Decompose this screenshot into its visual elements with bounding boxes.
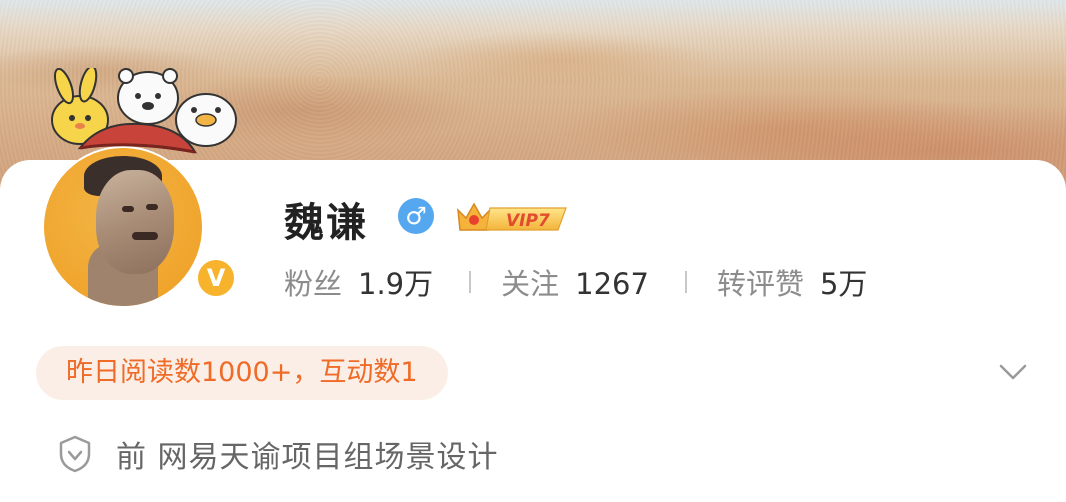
stat-label: 转评赞 [716, 267, 804, 301]
reading-stats-pill[interactable]: 昨日阅读数1000+，互动数1 [36, 346, 448, 400]
male-icon: ♂ [398, 198, 434, 234]
company-info: 前 网易天谕项目组场景设计 [58, 432, 499, 476]
stat-value: 5万 [819, 267, 868, 301]
crown-vip-icon [457, 202, 491, 231]
vip-badge[interactable]: VIP7 [454, 196, 570, 236]
stat-label: 粉丝 [284, 267, 343, 301]
stat-reposts-comments-likes[interactable]: 转评赞 5万 [717, 261, 867, 303]
avatar[interactable] [42, 146, 204, 308]
chevron-down-icon[interactable] [998, 362, 1028, 382]
stat-followers[interactable]: 粉丝 1.9万 [284, 261, 433, 303]
vip-label: VIP7 [506, 211, 550, 231]
divider [469, 271, 472, 293]
divider [684, 271, 687, 293]
shield-icon [59, 435, 91, 473]
company-text: 前 网易天谕项目组场景设计 [116, 440, 499, 475]
avatar-hat-decoration [77, 122, 197, 154]
stat-label: 关注 [501, 267, 560, 301]
stat-value: 1.9万 [358, 267, 434, 301]
profile-name: 魏谦 [284, 200, 368, 246]
stat-following[interactable]: 关注 1267 [501, 261, 649, 303]
stat-value: 1267 [575, 267, 649, 301]
profile-stats: 粉丝 1.9万 关注 1267 转评赞 5万 [284, 262, 867, 302]
verified-badge-icon: V [194, 256, 238, 300]
